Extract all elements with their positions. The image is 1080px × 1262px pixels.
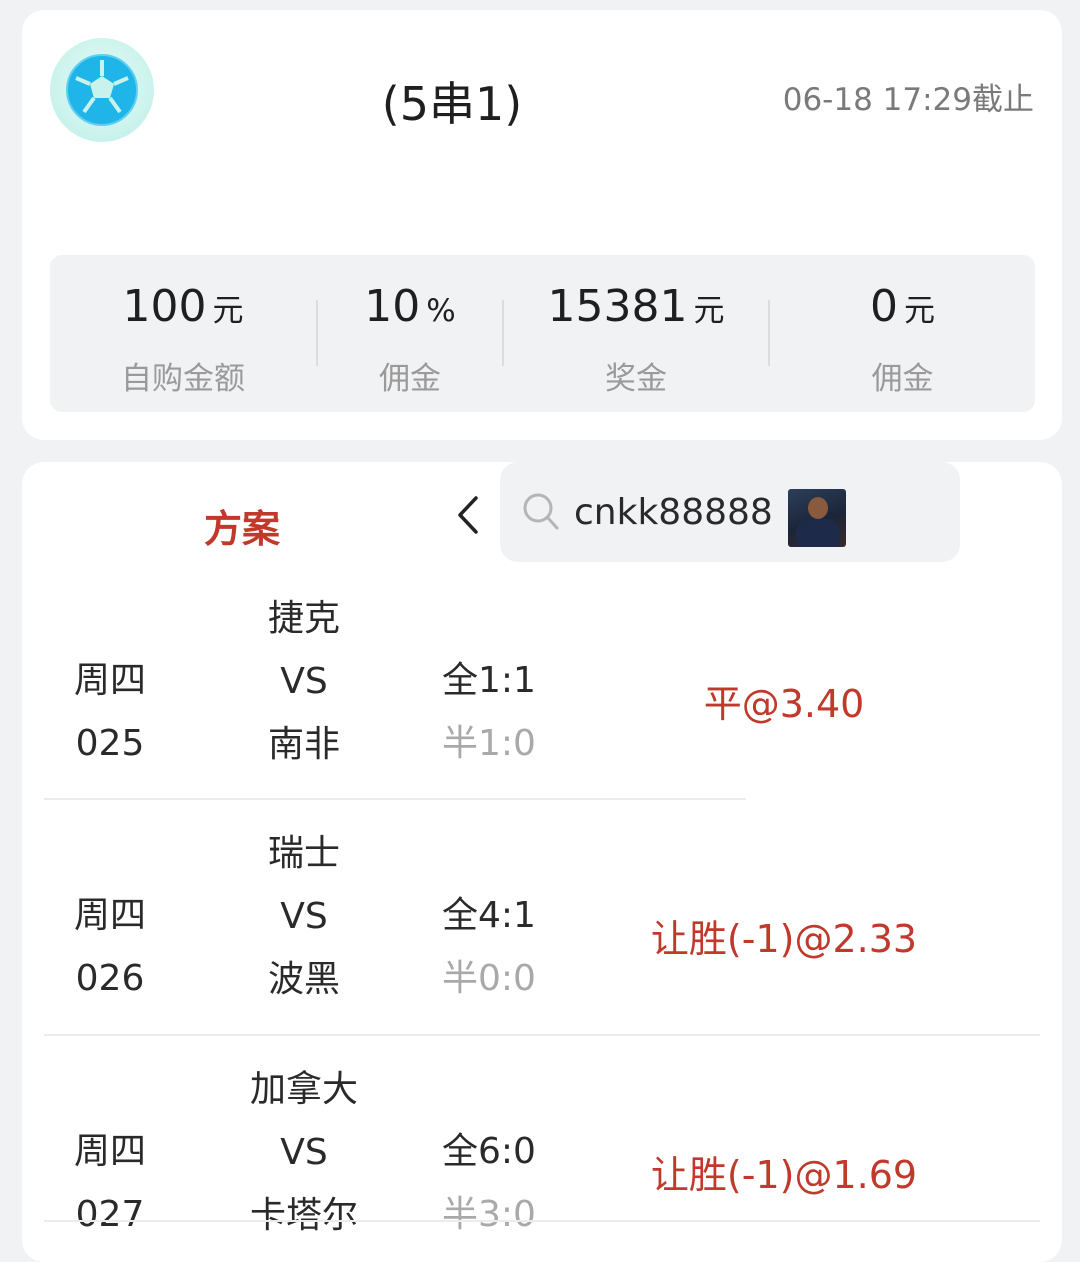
- vs-label: VS: [280, 1132, 328, 1173]
- search-input[interactable]: cnkk88888: [574, 492, 773, 533]
- stat-unit: 元: [904, 293, 935, 329]
- stat-value: 0: [870, 281, 898, 332]
- bet-result: 让胜(-1)@1.69: [650, 1153, 918, 1197]
- row-divider: [44, 1220, 1040, 1222]
- soccer-ball-icon: [50, 38, 154, 142]
- match-teams: 加拿大 VS 卡塔尔: [214, 1058, 394, 1247]
- half-time-score: 半3:0: [442, 1194, 536, 1235]
- stat-label: 奖金: [605, 361, 667, 397]
- vs-label: VS: [280, 661, 328, 702]
- home-team: 瑞士: [267, 833, 340, 874]
- stat-label: 佣金: [379, 361, 441, 397]
- away-team: 卡塔尔: [249, 1195, 358, 1236]
- avatar[interactable]: [788, 489, 846, 547]
- stat-prize: 15381 元 奖金: [504, 255, 768, 412]
- match-weekday: 周四: [73, 660, 146, 701]
- stat-label: 自购金额: [121, 361, 245, 397]
- match-row[interactable]: 周四 025 捷克 VS 南非 全1:1 半1:0 平@3.40: [44, 587, 1040, 822]
- plan-title: (5串1): [381, 77, 523, 131]
- tab-plan[interactable]: 方案: [204, 498, 280, 553]
- match-teams: 捷克 VS 南非: [214, 587, 394, 776]
- match-number: 025: [75, 723, 145, 764]
- match-teams: 瑞士 VS 波黑: [214, 822, 394, 1011]
- match-score: 全1:1 半1:0: [414, 649, 564, 775]
- plan-summary-card: (5串1) 06-18 17:29截止 100 元 自购金额 10% 佣金 153…: [22, 10, 1062, 440]
- stat-self-purchase: 100 元 自购金额: [50, 255, 316, 412]
- match-weekday: 周四: [73, 1131, 146, 1172]
- match-number: 026: [75, 958, 145, 999]
- match-day: 周四 026: [44, 884, 176, 1010]
- away-team: 南非: [267, 724, 340, 765]
- stat-unit: 元: [212, 293, 244, 329]
- plan-detail-card: 方案 cnkk88888 周四 025 捷克 VS 南非 全1:1 半1:0 平…: [22, 462, 1062, 1262]
- stat-value: 100: [122, 281, 207, 332]
- home-team: 加拿大: [249, 1069, 358, 1110]
- home-team: 捷克: [267, 598, 340, 639]
- half-time-score: 半0:0: [442, 958, 536, 999]
- stats-panel: 100 元 自购金额 10% 佣金 15381 元 奖金 0元 佣金: [50, 255, 1035, 412]
- stat-unit: %: [426, 293, 456, 329]
- stat-value: 15381: [547, 281, 688, 332]
- search-bar[interactable]: cnkk88888: [500, 462, 960, 562]
- match-day: 周四 025: [44, 649, 176, 775]
- row-divider: [44, 1034, 1040, 1036]
- stat-commission-rate: 10% 佣金: [318, 255, 502, 412]
- match-weekday: 周四: [73, 895, 146, 936]
- full-time-score: 全1:1: [442, 660, 536, 701]
- stat-label: 佣金: [871, 361, 934, 397]
- full-time-score: 全6:0: [442, 1131, 536, 1172]
- match-score: 全4:1 半0:0: [414, 884, 564, 1010]
- stat-unit: 元: [693, 293, 725, 329]
- vs-label: VS: [280, 896, 328, 937]
- deadline-text: 06-18 17:29截止: [782, 82, 1034, 118]
- bet-result: 让胜(-1)@2.33: [650, 917, 918, 961]
- full-time-score: 全4:1: [442, 895, 536, 936]
- away-team: 波黑: [267, 959, 340, 1000]
- search-icon: [522, 492, 560, 536]
- match-day: 周四 027: [44, 1120, 176, 1246]
- match-row[interactable]: 周四 027 加拿大 VS 卡塔尔 全6:0 半3:0 让胜(-1)@1.69: [44, 1058, 1040, 1262]
- row-divider: [44, 798, 746, 800]
- half-time-score: 半1:0: [442, 723, 536, 764]
- match-score: 全6:0 半3:0: [414, 1120, 564, 1246]
- stat-value: 10: [364, 281, 421, 332]
- back-chevron-icon[interactable]: [448, 492, 488, 538]
- stat-commission-amount: 0元 佣金: [770, 255, 1035, 412]
- bet-result: 平@3.40: [703, 682, 865, 726]
- match-row[interactable]: 周四 026 瑞士 VS 波黑 全4:1 半0:0 让胜(-1)@2.33: [44, 822, 1040, 1057]
- match-number: 027: [75, 1194, 145, 1235]
